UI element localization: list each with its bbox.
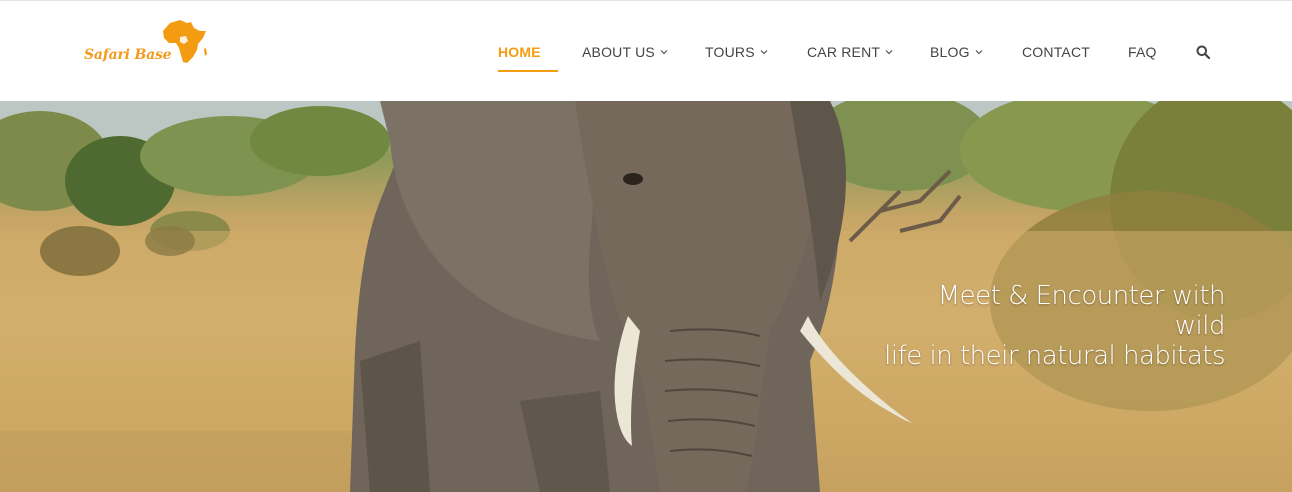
tagline-line-2: life in their natural habitats	[884, 341, 1225, 371]
nav-item-blog[interactable]: BLOG	[930, 42, 983, 62]
nav-label: TOURS	[705, 44, 755, 60]
nav-item-contact[interactable]: CONTACT	[1022, 42, 1090, 62]
nav-item-car-rent[interactable]: CAR RENT	[807, 42, 893, 62]
site-logo[interactable]: Safari Base	[84, 19, 214, 71]
chevron-down-icon	[760, 50, 768, 55]
site-header: Safari Base HOME ABOUT US TOURS CAR RENT…	[0, 0, 1292, 101]
nav-label: CONTACT	[1022, 44, 1091, 60]
tagline-line-1: Meet & Encounter with wild	[937, 281, 1226, 341]
search-icon[interactable]	[1196, 45, 1210, 59]
hero-banner: Meet & Encounter with wild life in their…	[0, 101, 1292, 492]
africa-map-icon	[163, 20, 207, 63]
chevron-down-icon	[885, 50, 893, 55]
logo-text: Safari Base	[84, 47, 172, 63]
nav-label: CAR RENT	[807, 44, 881, 60]
nav-label: BLOG	[930, 44, 970, 60]
nav-item-home[interactable]: HOME	[498, 42, 541, 62]
nav-item-tours[interactable]: TOURS	[705, 42, 768, 62]
hero-tagline: Meet & Encounter with wild life in their…	[880, 281, 1225, 371]
active-indicator	[498, 70, 558, 72]
nav-label: FAQ	[1128, 44, 1157, 60]
chevron-down-icon	[660, 50, 668, 55]
nav-label: ABOUT US	[582, 44, 655, 60]
nav-item-faq[interactable]: FAQ	[1128, 42, 1157, 62]
nav-label: HOME	[498, 44, 541, 60]
nav-item-about-us[interactable]: ABOUT US	[582, 42, 668, 62]
chevron-down-icon	[975, 50, 983, 55]
